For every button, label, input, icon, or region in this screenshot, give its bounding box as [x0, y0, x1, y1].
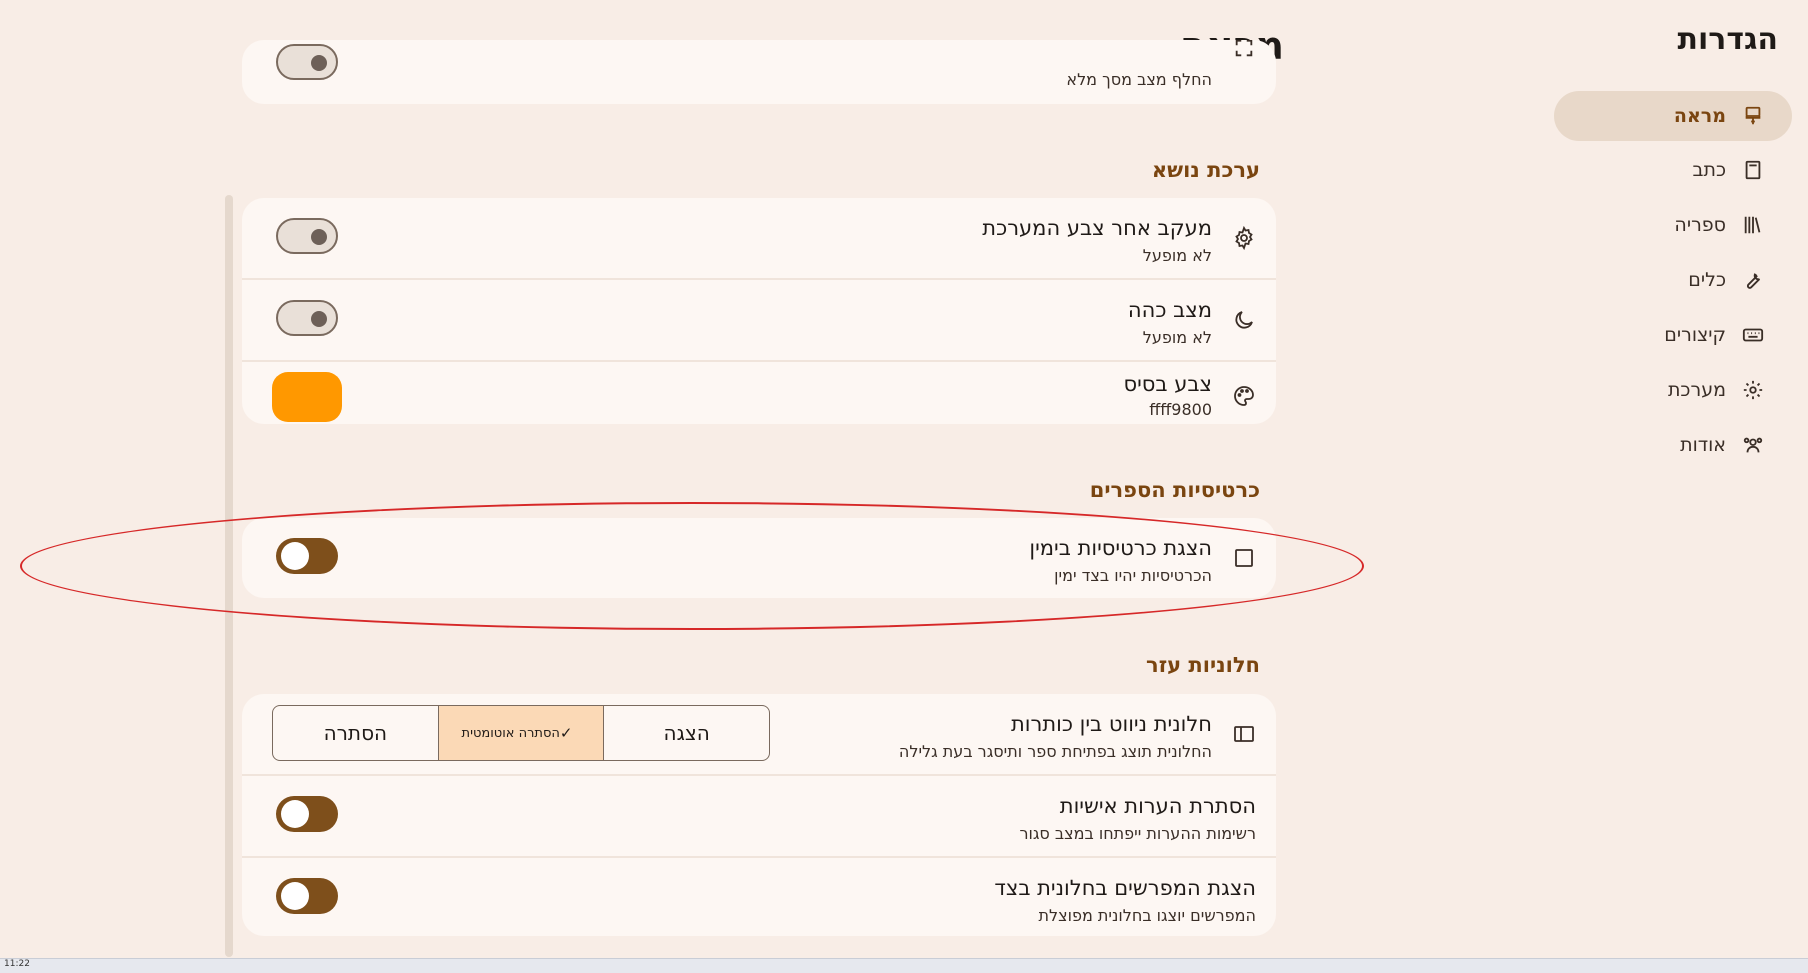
row-subtitle: לא מופעל	[1142, 328, 1212, 347]
sidebar-item-label: מערכת	[1667, 379, 1726, 401]
square-icon	[1230, 544, 1258, 572]
row-subtitle: הכרטיסיות יהיו בצד ימין	[1054, 566, 1212, 585]
sidebar-item-label: קיצורים	[1664, 324, 1726, 346]
base-color-row[interactable]: צבע בסיס ffff9800	[242, 360, 1276, 424]
taskbar-clock: 11:22	[4, 959, 30, 969]
sidebar-item-about[interactable]: אודות	[1554, 420, 1792, 470]
helper-panels-card: חלונית ניווט בין כותרות החלונית תוצג בפת…	[242, 694, 1276, 936]
row-subtitle: רשימות ההערות ייפתחו במצב סגור	[1019, 824, 1256, 843]
book-icon	[1740, 157, 1766, 183]
palette-icon	[1230, 382, 1258, 410]
sidebar-item-font[interactable]: כתב	[1554, 145, 1792, 195]
seg-option-show[interactable]: הצגה	[603, 706, 769, 760]
seg-option-auto-hide[interactable]: הסתרה אוטומטית ✓	[437, 706, 604, 760]
sidebar-panel-icon	[1230, 720, 1258, 748]
moon-icon	[1230, 306, 1258, 334]
gear-icon	[1740, 377, 1766, 403]
theme-card: מעקב אחר צבע המערכת לא מופעל מצב כהה לא …	[242, 198, 1276, 424]
row-subtitle: המפרשים יוצגו בחלונית מפוצלת	[1038, 906, 1257, 925]
dark-mode-toggle[interactable]	[276, 300, 338, 336]
row-subtitle: לא מופעל	[1142, 246, 1212, 265]
sidebar-item-label: מראה	[1673, 105, 1726, 127]
commentators-panel-row[interactable]: הצגת המפרשים בחלונית בצד המפרשים יוצגו ב…	[242, 856, 1276, 936]
people-icon	[1740, 432, 1766, 458]
book-tabs-card: הצגת כרטיסיות בימין הכרטיסיות יהיו בצד י…	[242, 518, 1276, 598]
wrench-icon	[1740, 267, 1766, 293]
nav-panel-row[interactable]: חלונית ניווט בין כותרות החלונית תוצג בפת…	[242, 694, 1276, 774]
settings-sidebar: הגדרות מראה כתב ספריה כלים קיצורים מערכת…	[1538, 0, 1808, 973]
tabs-right-row[interactable]: הצגת כרטיסיות בימין הכרטיסיות יהיו בצד י…	[242, 518, 1276, 598]
row-title: הצגת כרטיסיות בימין	[1029, 536, 1212, 560]
seg-option-label: הסתרה אוטומטית	[461, 725, 560, 741]
row-title: צבע בסיס	[1123, 372, 1212, 396]
tabs-right-toggle[interactable]	[276, 538, 338, 574]
row-title: מעקב אחר צבע המערכת	[982, 216, 1212, 240]
sidebar-item-shortcuts[interactable]: קיצורים	[1554, 310, 1792, 360]
follow-system-color-toggle[interactable]	[276, 218, 338, 254]
sidebar-title: הגדרות	[1677, 22, 1778, 57]
check-icon: ✓	[559, 724, 573, 742]
row-title: חלונית ניווט בין כותרות	[1010, 712, 1212, 736]
row-subtitle: החלונית תוצג בפתיחת ספר ותיסגר בעת גלילה	[898, 742, 1212, 761]
row-title: הסתרת הערות אישיות	[1059, 794, 1256, 818]
follow-system-color-row[interactable]: מעקב אחר צבע המערכת לא מופעל	[242, 198, 1276, 278]
nav-panel-segmented-control[interactable]: הסתרה הסתרה אוטומטית ✓ הצגה	[272, 705, 770, 761]
keyboard-icon	[1740, 322, 1766, 348]
seg-option-hide[interactable]: הסתרה	[273, 706, 438, 760]
fullscreen-subtitle: החלף מצב מסך מלא	[1066, 70, 1212, 89]
sidebar-item-appearance[interactable]: מראה	[1554, 91, 1792, 141]
row-subtitle: ffff9800	[1149, 400, 1212, 419]
sidebar-item-label: ספריה	[1674, 214, 1726, 236]
sidebar-item-label: כלים	[1688, 269, 1726, 291]
sidebar-item-label: אודות	[1680, 434, 1726, 456]
section-title-book-tabs: כרטיסיות הספרים	[1089, 478, 1260, 502]
sidebar-item-label: כתב	[1692, 159, 1726, 181]
fullscreen-toggle[interactable]	[276, 44, 338, 80]
os-taskbar: 11:22	[0, 958, 1808, 973]
dark-mode-row[interactable]: מצב כהה לא מופעל	[242, 278, 1276, 360]
section-title-helper-panels: חלוניות עזר	[1146, 653, 1260, 677]
paintbrush-icon	[1740, 103, 1766, 129]
library-icon	[1740, 212, 1766, 238]
sidebar-item-system[interactable]: מערכת	[1554, 365, 1792, 415]
commentators-panel-toggle[interactable]	[276, 878, 338, 914]
row-title: הצגת המפרשים בחלונית בצד	[994, 876, 1256, 900]
gear-icon	[1230, 224, 1258, 252]
scrollbar[interactable]	[225, 195, 233, 957]
section-title-theme: ערכת נושא	[1151, 158, 1260, 182]
fullscreen-icon	[1230, 40, 1258, 62]
hide-notes-toggle[interactable]	[276, 796, 338, 832]
hide-notes-row[interactable]: הסתרת הערות אישיות רשימות ההערות ייפתחו …	[242, 774, 1276, 856]
sidebar-item-tools[interactable]: כלים	[1554, 255, 1792, 305]
fullscreen-card: החלף מצב מסך מלא	[242, 40, 1276, 104]
row-title: מצב כהה	[1127, 298, 1212, 322]
sidebar-item-library[interactable]: ספריה	[1554, 200, 1792, 250]
base-color-swatch[interactable]	[272, 372, 342, 422]
fullscreen-row[interactable]: החלף מצב מסך מלא	[242, 40, 1276, 104]
